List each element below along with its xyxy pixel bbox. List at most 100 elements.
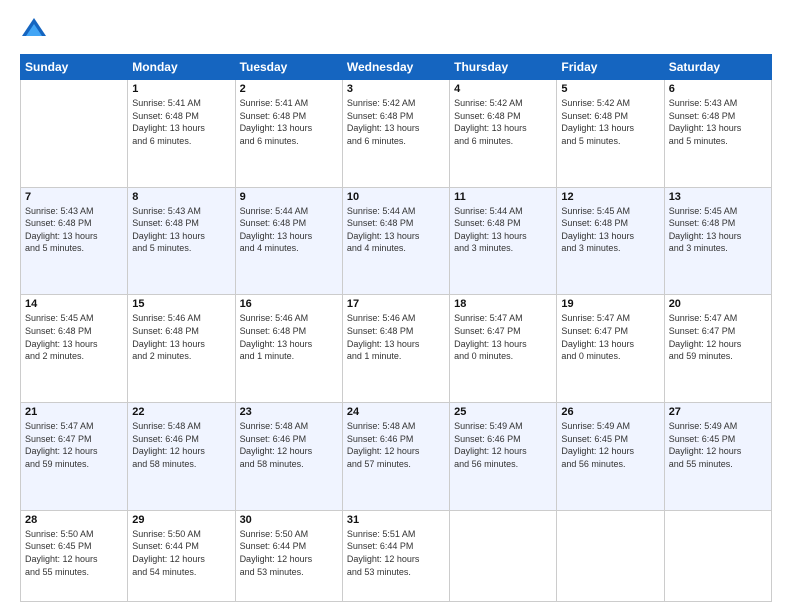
calendar-week-row: 28 Sunrise: 5:50 AM Sunset: 6:45 PM Dayli… — [21, 510, 772, 601]
calendar-cell: 7 Sunrise: 5:43 AM Sunset: 6:48 PM Daylig… — [21, 187, 128, 295]
calendar-cell: 10 Sunrise: 5:44 AM Sunset: 6:48 PM Dayli… — [342, 187, 449, 295]
calendar-header-row: SundayMondayTuesdayWednesdayThursdayFrid… — [21, 55, 772, 80]
day-number: 12 — [561, 191, 659, 203]
day-info: Sunrise: 5:50 AM Sunset: 6:44 PM Dayligh… — [240, 528, 338, 578]
calendar-cell: 13 Sunrise: 5:45 AM Sunset: 6:48 PM Dayli… — [664, 187, 771, 295]
calendar-cell: 31Sunrise: 5:51 AM Sunset: 6:44 PM Dayli… — [342, 510, 449, 601]
calendar-cell: 6 Sunrise: 5:43 AM Sunset: 6:48 PM Daylig… — [664, 80, 771, 188]
calendar-cell: 9 Sunrise: 5:44 AM Sunset: 6:48 PM Daylig… — [235, 187, 342, 295]
day-info: Sunrise: 5:47 AM Sunset: 6:47 PM Dayligh… — [454, 312, 552, 362]
calendar-cell: 25 Sunrise: 5:49 AM Sunset: 6:46 PM Dayli… — [450, 403, 557, 511]
calendar-week-row: 7 Sunrise: 5:43 AM Sunset: 6:48 PM Daylig… — [21, 187, 772, 295]
day-number: 3 — [347, 83, 445, 95]
calendar-cell: 20 Sunrise: 5:47 AM Sunset: 6:47 PM Dayli… — [664, 295, 771, 403]
calendar-cell: 1 Sunrise: 5:41 AM Sunset: 6:48 PM Daylig… — [128, 80, 235, 188]
page: SundayMondayTuesdayWednesdayThursdayFrid… — [0, 0, 792, 612]
day-number: 25 — [454, 406, 552, 418]
calendar-cell: 17 Sunrise: 5:46 AM Sunset: 6:48 PM Dayli… — [342, 295, 449, 403]
day-number: 22 — [132, 406, 230, 418]
day-info: Sunrise: 5:45 AM Sunset: 6:48 PM Dayligh… — [669, 205, 767, 255]
col-header-tuesday: Tuesday — [235, 55, 342, 80]
logo-icon — [20, 16, 48, 44]
day-info: Sunrise: 5:48 AM Sunset: 6:46 PM Dayligh… — [132, 420, 230, 470]
calendar-cell: 22 Sunrise: 5:48 AM Sunset: 6:46 PM Dayli… — [128, 403, 235, 511]
day-info: Sunrise: 5:47 AM Sunset: 6:47 PM Dayligh… — [25, 420, 123, 470]
day-info: Sunrise: 5:46 AM Sunset: 6:48 PM Dayligh… — [347, 312, 445, 362]
day-info: Sunrise: 5:49 AM Sunset: 6:46 PM Dayligh… — [454, 420, 552, 470]
day-number: 9 — [240, 191, 338, 203]
day-info: Sunrise: 5:42 AM Sunset: 6:48 PM Dayligh… — [347, 97, 445, 147]
col-header-friday: Friday — [557, 55, 664, 80]
calendar-cell — [21, 80, 128, 188]
day-info: Sunrise: 5:50 AM Sunset: 6:44 PM Dayligh… — [132, 528, 230, 578]
calendar-cell: 18 Sunrise: 5:47 AM Sunset: 6:47 PM Dayli… — [450, 295, 557, 403]
day-info: Sunrise: 5:47 AM Sunset: 6:47 PM Dayligh… — [669, 312, 767, 362]
day-info: Sunrise: 5:48 AM Sunset: 6:46 PM Dayligh… — [347, 420, 445, 470]
day-number: 6 — [669, 83, 767, 95]
col-header-thursday: Thursday — [450, 55, 557, 80]
day-info: Sunrise: 5:41 AM Sunset: 6:48 PM Dayligh… — [132, 97, 230, 147]
calendar-cell — [664, 510, 771, 601]
calendar-week-row: 21 Sunrise: 5:47 AM Sunset: 6:47 PM Dayli… — [21, 403, 772, 511]
calendar-cell: 30 Sunrise: 5:50 AM Sunset: 6:44 PM Dayli… — [235, 510, 342, 601]
day-info: Sunrise: 5:43 AM Sunset: 6:48 PM Dayligh… — [25, 205, 123, 255]
day-info: Sunrise: 5:41 AM Sunset: 6:48 PM Dayligh… — [240, 97, 338, 147]
col-header-monday: Monday — [128, 55, 235, 80]
day-number: 14 — [25, 298, 123, 310]
day-number: 8 — [132, 191, 230, 203]
day-number: 2 — [240, 83, 338, 95]
day-number: 24 — [347, 406, 445, 418]
day-info: Sunrise: 5:44 AM Sunset: 6:48 PM Dayligh… — [240, 205, 338, 255]
day-info: Sunrise: 5:46 AM Sunset: 6:48 PM Dayligh… — [240, 312, 338, 362]
calendar-cell: 29 Sunrise: 5:50 AM Sunset: 6:44 PM Dayli… — [128, 510, 235, 601]
day-number: 4 — [454, 83, 552, 95]
day-info: Sunrise: 5:49 AM Sunset: 6:45 PM Dayligh… — [561, 420, 659, 470]
day-number: 26 — [561, 406, 659, 418]
calendar-cell: 28 Sunrise: 5:50 AM Sunset: 6:45 PM Dayli… — [21, 510, 128, 601]
day-info: Sunrise: 5:48 AM Sunset: 6:46 PM Dayligh… — [240, 420, 338, 470]
day-number: 18 — [454, 298, 552, 310]
calendar-cell: 15 Sunrise: 5:46 AM Sunset: 6:48 PM Dayli… — [128, 295, 235, 403]
day-info: Sunrise: 5:44 AM Sunset: 6:48 PM Dayligh… — [454, 205, 552, 255]
day-number: 21 — [25, 406, 123, 418]
day-number: 7 — [25, 191, 123, 203]
day-number: 1 — [132, 83, 230, 95]
day-number: 16 — [240, 298, 338, 310]
calendar-cell: 2 Sunrise: 5:41 AM Sunset: 6:48 PM Daylig… — [235, 80, 342, 188]
calendar-cell: 3 Sunrise: 5:42 AM Sunset: 6:48 PM Daylig… — [342, 80, 449, 188]
day-number: 17 — [347, 298, 445, 310]
calendar-cell — [557, 510, 664, 601]
calendar-cell: 14Sunrise: 5:45 AM Sunset: 6:48 PM Dayli… — [21, 295, 128, 403]
day-number: 23 — [240, 406, 338, 418]
calendar-cell: 8 Sunrise: 5:43 AM Sunset: 6:48 PM Daylig… — [128, 187, 235, 295]
day-number: 13 — [669, 191, 767, 203]
logo — [20, 16, 52, 44]
day-info: Sunrise: 5:50 AM Sunset: 6:45 PM Dayligh… — [25, 528, 123, 578]
calendar-cell: 19 Sunrise: 5:47 AM Sunset: 6:47 PM Dayli… — [557, 295, 664, 403]
calendar-cell: 5Sunrise: 5:42 AM Sunset: 6:48 PM Daylig… — [557, 80, 664, 188]
day-info: Sunrise: 5:51 AM Sunset: 6:44 PM Dayligh… — [347, 528, 445, 578]
day-number: 27 — [669, 406, 767, 418]
calendar-cell: 12Sunrise: 5:45 AM Sunset: 6:48 PM Dayli… — [557, 187, 664, 295]
day-info: Sunrise: 5:43 AM Sunset: 6:48 PM Dayligh… — [132, 205, 230, 255]
day-number: 15 — [132, 298, 230, 310]
day-number: 20 — [669, 298, 767, 310]
day-info: Sunrise: 5:44 AM Sunset: 6:48 PM Dayligh… — [347, 205, 445, 255]
day-info: Sunrise: 5:42 AM Sunset: 6:48 PM Dayligh… — [454, 97, 552, 147]
header — [20, 16, 772, 44]
day-info: Sunrise: 5:47 AM Sunset: 6:47 PM Dayligh… — [561, 312, 659, 362]
calendar-cell: 11 Sunrise: 5:44 AM Sunset: 6:48 PM Dayli… — [450, 187, 557, 295]
day-number: 19 — [561, 298, 659, 310]
day-number: 10 — [347, 191, 445, 203]
day-number: 28 — [25, 514, 123, 526]
day-info: Sunrise: 5:46 AM Sunset: 6:48 PM Dayligh… — [132, 312, 230, 362]
calendar-cell — [450, 510, 557, 601]
calendar: SundayMondayTuesdayWednesdayThursdayFrid… — [20, 54, 772, 602]
day-number: 11 — [454, 191, 552, 203]
day-info: Sunrise: 5:49 AM Sunset: 6:45 PM Dayligh… — [669, 420, 767, 470]
day-info: Sunrise: 5:43 AM Sunset: 6:48 PM Dayligh… — [669, 97, 767, 147]
day-number: 5 — [561, 83, 659, 95]
calendar-cell: 27 Sunrise: 5:49 AM Sunset: 6:45 PM Dayli… — [664, 403, 771, 511]
day-number: 30 — [240, 514, 338, 526]
day-number: 29 — [132, 514, 230, 526]
